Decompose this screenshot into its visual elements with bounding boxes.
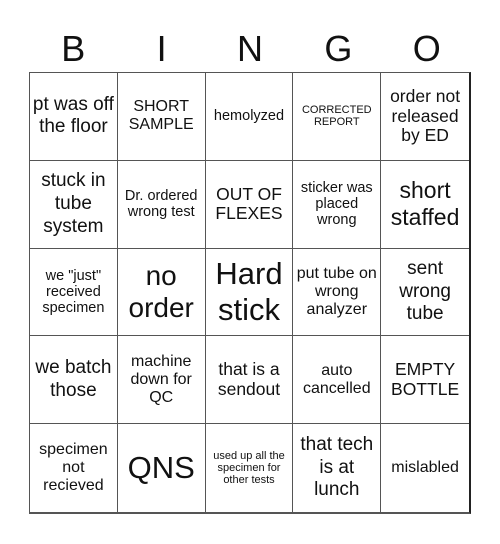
bingo-cell[interactable]: that is a sendout — [205, 336, 294, 425]
bingo-cell[interactable]: we batch those — [30, 336, 118, 425]
bingo-cell[interactable]: machine down for QC — [117, 336, 206, 425]
bingo-cell[interactable]: Dr. ordered wrong test — [117, 160, 206, 249]
bingo-cell[interactable]: mislabled — [381, 424, 469, 512]
bingo-cell[interactable]: specimen not recieved — [30, 424, 118, 512]
bingo-cell[interactable]: no order — [117, 248, 206, 337]
bingo-cell[interactable]: we "just" received specimen — [30, 248, 118, 337]
bingo-cell[interactable]: order not released by ED — [381, 73, 469, 161]
header-letter-b: B — [61, 28, 86, 69]
header-letter-g: G — [324, 28, 353, 69]
bingo-cell[interactable]: that tech is at lunch — [293, 424, 382, 512]
bingo-cell[interactable]: used up all the specimen for other tests — [206, 424, 294, 512]
bingo-cell[interactable]: sent wrong tube — [381, 249, 469, 337]
header-letter-i: I — [156, 28, 167, 69]
bingo-cell[interactable]: OUT OF FLEXES — [205, 160, 294, 249]
bingo-card-grid: pt was off the floor SHORT SAMPLE hemoly… — [29, 72, 471, 514]
bingo-cell[interactable]: EMPTY BOTTLE — [381, 336, 469, 425]
bingo-cell[interactable]: stuck in tube system — [30, 160, 118, 249]
bingo-cell[interactable]: auto cancelled — [293, 336, 382, 425]
header-letter-n: N — [236, 28, 263, 69]
bingo-cell[interactable]: QNS — [118, 424, 206, 512]
bingo-cell[interactable]: CORRECTED REPORT — [293, 73, 382, 161]
bingo-cell[interactable]: pt was off the floor — [30, 73, 118, 161]
bingo-cell[interactable]: short staffed — [381, 161, 469, 249]
bingo-cell[interactable]: Hard stick — [205, 248, 294, 337]
bingo-cell[interactable]: hemolyzed — [205, 73, 294, 161]
bingo-cell[interactable]: SHORT SAMPLE — [117, 73, 206, 161]
bingo-header: B I N G O — [29, 26, 471, 72]
bingo-cell[interactable]: put tube on wrong analyzer — [293, 248, 382, 337]
header-letter-o: O — [412, 28, 441, 69]
bingo-cell[interactable]: sticker was placed wrong — [293, 160, 382, 249]
